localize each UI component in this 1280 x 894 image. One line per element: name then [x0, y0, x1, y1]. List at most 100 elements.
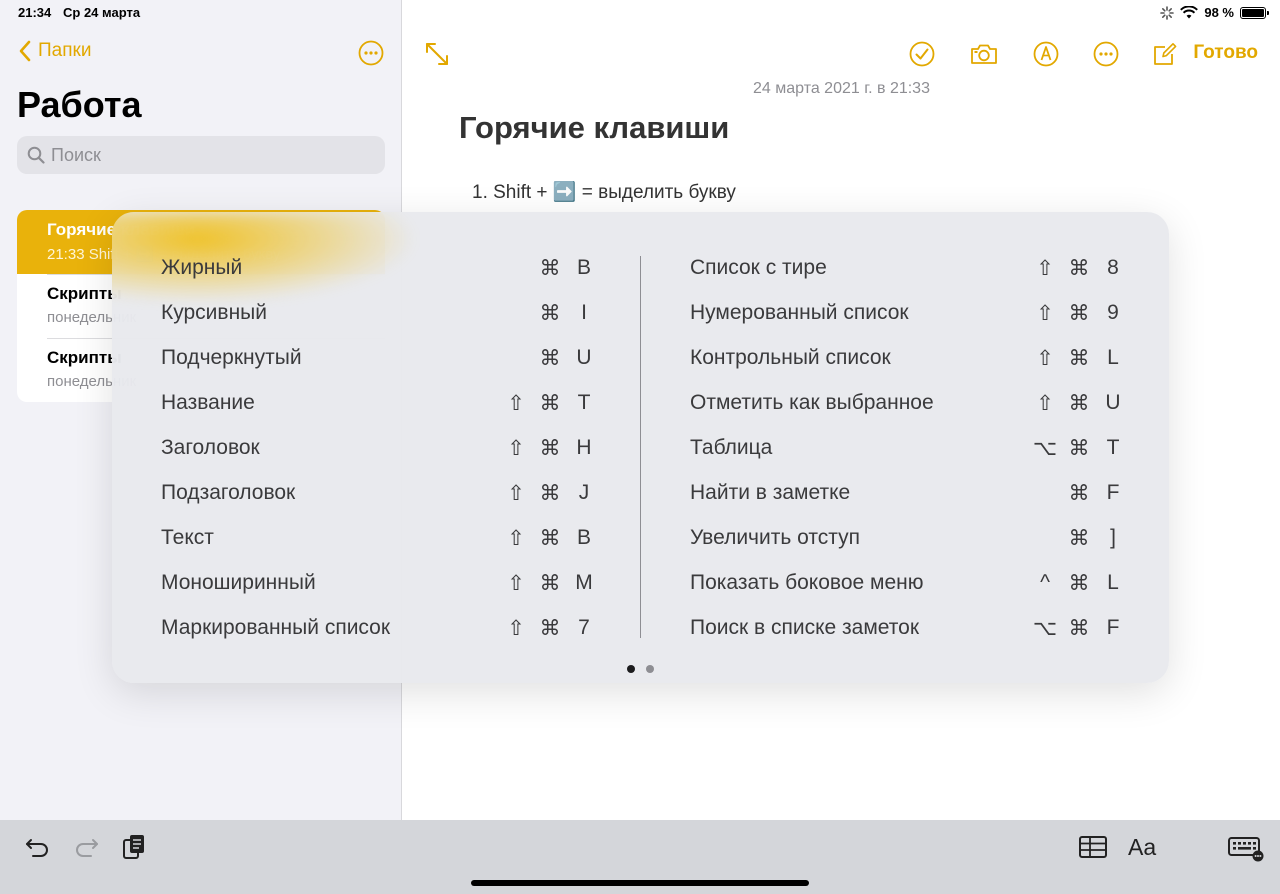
key-glyph: 7 — [578, 616, 590, 639]
shortcut-row: Курсивный ⌘ I — [161, 291, 601, 336]
key-glyph: ⇧ — [507, 437, 525, 460]
battery-level — [1242, 8, 1264, 17]
shortcut-row: Нумерованный список ⇧ ⌘ 9 — [690, 291, 1130, 336]
status-date: Ср 24 марта — [63, 5, 141, 20]
key-glyph: ⌘ — [539, 482, 561, 505]
home-indicator — [471, 880, 809, 886]
shortcut-label: Показать боковое меню — [690, 571, 924, 594]
key-glyph: ] — [1110, 526, 1116, 549]
page-dot[interactable] — [627, 665, 635, 673]
key-glyph: ⌘ — [539, 302, 561, 325]
key-glyph: ⇧ — [507, 617, 525, 640]
key-glyph: ⌘ — [539, 617, 561, 640]
key-glyph: T — [1106, 436, 1120, 459]
key-glyph: ⌘ — [1068, 392, 1090, 415]
key-glyph: ⌘ — [539, 392, 561, 415]
key-glyph: B — [576, 526, 591, 549]
shortcut-label: Текст — [161, 526, 214, 549]
key-glyph: J — [578, 481, 590, 504]
table-icon[interactable] — [1078, 832, 1108, 862]
paste-icon[interactable] — [119, 832, 149, 862]
battery-icon — [1240, 6, 1269, 19]
key-glyph: ⌘ — [539, 572, 561, 595]
shortcut-row: Моноширинный ⇧ ⌘ M — [161, 561, 601, 606]
key-glyph: I — [581, 301, 587, 324]
key-glyph: ⌘ — [1068, 617, 1090, 640]
key-glyph: ⇧ — [1036, 257, 1054, 280]
format-button[interactable]: Aa — [1128, 834, 1156, 861]
redo-icon[interactable] — [71, 832, 101, 862]
editor-toolbar: Готово — [403, 26, 1280, 86]
key-glyph: L — [1107, 571, 1119, 594]
more-options-icon[interactable] — [358, 40, 384, 66]
loading-spinner-icon — [1160, 5, 1175, 20]
key-glyph: F — [1106, 481, 1120, 504]
shortcut-label: Заголовок — [161, 436, 260, 459]
shortcut-label: Подзаголовок — [161, 481, 296, 504]
key-glyph: ⌘ — [539, 437, 561, 460]
key-glyph: ⌘ — [539, 347, 561, 370]
shortcut-label: Увеличить отступ — [690, 526, 860, 549]
shortcut-keys: ⇧ ⌘ J — [499, 481, 601, 506]
shortcut-row: Текст ⇧ ⌘ B — [161, 516, 601, 561]
shortcut-row: Маркированный список ⇧ ⌘ 7 — [161, 606, 601, 651]
shortcut-keys: ⌘ B — [533, 256, 601, 281]
key-glyph: ^ — [1040, 571, 1050, 594]
shortcut-label: Маркированный список — [161, 616, 391, 639]
key-glyph: ⇧ — [507, 572, 525, 595]
more-icon[interactable] — [1092, 40, 1120, 68]
key-glyph: B — [576, 256, 591, 279]
shortcut-label: Контрольный список — [690, 346, 891, 369]
search-bar[interactable] — [17, 136, 385, 174]
shortcut-row: Название ⇧ ⌘ T — [161, 381, 601, 426]
keyboard-hide-icon[interactable] — [1228, 834, 1264, 864]
shortcut-keys: ⇧ ⌘ U — [1028, 391, 1130, 416]
key-glyph: T — [577, 391, 591, 414]
markup-pen-icon[interactable] — [1032, 40, 1060, 68]
shortcut-keys: ⇧ ⌘ B — [499, 526, 601, 551]
shortcut-keys: ⇧ ⌘ T — [499, 391, 601, 416]
note-heading[interactable]: Горячие клавиши — [459, 110, 729, 146]
expand-icon[interactable] — [423, 40, 451, 68]
page-dot[interactable] — [646, 665, 654, 673]
shortcut-row: Подчеркнутый ⌘ U — [161, 336, 601, 381]
shortcut-row: Отметить как выбранное ⇧ ⌘ U — [690, 381, 1130, 426]
note-list-line-1[interactable]: 1. Shift + ➡️ = выделить букву — [472, 180, 736, 204]
battery-percent: 98 % — [1204, 5, 1234, 20]
key-glyph: F — [1106, 616, 1120, 639]
shortcut-label: Список с тире — [690, 256, 827, 279]
camera-icon[interactable] — [969, 40, 999, 68]
shortcut-keys: ^ ⌘ L — [1028, 571, 1130, 596]
shortcut-row: Список с тире ⇧ ⌘ 8 — [690, 246, 1130, 291]
shortcut-label: Моноширинный — [161, 571, 316, 594]
shortcut-label: Жирный — [161, 256, 243, 279]
column-divider — [640, 256, 641, 638]
search-input[interactable] — [51, 144, 351, 166]
shortcut-label: Поиск в списке заметок — [690, 616, 920, 639]
wifi-icon — [1180, 6, 1199, 19]
checklist-icon[interactable] — [908, 40, 936, 68]
shortcut-keys: ⇧ ⌘ H — [499, 436, 601, 461]
undo-icon[interactable] — [23, 832, 53, 862]
shortcut-label: Курсивный — [161, 301, 267, 324]
bottom-toolbar: Aa — [0, 820, 1280, 894]
shortcut-keys: ⇧ ⌘ L — [1028, 346, 1130, 371]
shortcut-keys: ⌥ ⌘ F — [1028, 616, 1130, 641]
compose-icon[interactable] — [1151, 40, 1179, 68]
key-glyph: ⌘ — [1068, 257, 1090, 280]
done-button[interactable]: Готово — [1193, 42, 1258, 64]
shortcut-keys: ⇧ ⌘ 7 — [499, 616, 601, 641]
key-glyph: ⌘ — [539, 257, 561, 280]
page-indicator[interactable] — [112, 665, 1169, 673]
shortcut-row: Жирный ⌘ B — [161, 246, 601, 291]
status-time: 21:34 — [18, 5, 52, 20]
back-to-folders-button[interactable]: Папки — [18, 40, 91, 62]
key-glyph: L — [1107, 346, 1119, 369]
shortcut-label: Отметить как выбранное — [690, 391, 934, 414]
shortcut-row: Увеличить отступ ⌘] — [690, 516, 1130, 561]
folder-title: Работа — [17, 84, 142, 125]
shortcut-label: Название — [161, 391, 255, 414]
key-glyph: ⇧ — [507, 392, 525, 415]
key-glyph: ⇧ — [507, 527, 525, 550]
status-bar: 21:34 Ср 24 марта 98 % — [0, 0, 1280, 26]
